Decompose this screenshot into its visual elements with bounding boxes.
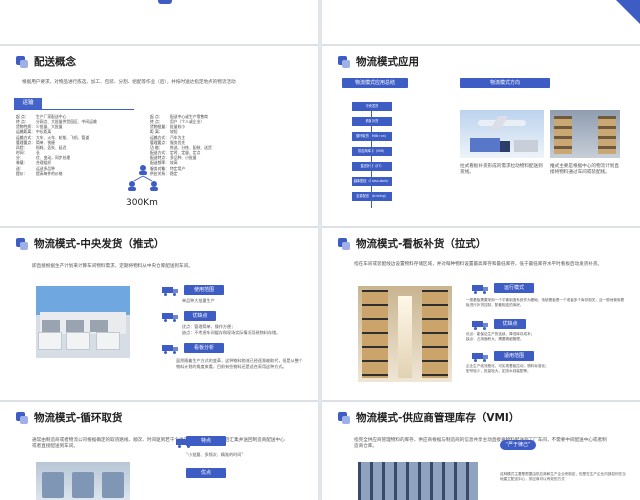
truck-icon (162, 344, 180, 354)
scope-tag: 适用范围 (494, 351, 534, 361)
slide-central-delivery[interactable]: 物流模式-中央发货（推式） 即直接根据生产计划来计算车间物料需求，定期将物料从中… (0, 228, 318, 400)
page-title: 物流模式-中央发货（推式） (34, 238, 165, 250)
pull-caption: 拉式看板补货形成的需求拉动物料配送到货线。 (460, 164, 543, 176)
scope-text: 单品种大批量生产 (182, 298, 215, 303)
slide-kanban[interactable]: 物流模式-看板补货（拉式） 指在车间或装配线边设置物料存储区域，并对每种物料设置… (322, 228, 640, 400)
slide-vmi[interactable]: 物流模式-供应商管理库存（VMI） 指完全供应商管理物料的库存，供应商根据与制造… (322, 402, 640, 500)
feature-text: “小批量、多频次、精准的时间” (186, 452, 244, 457)
flow-step: 看板补货 (352, 117, 392, 126)
truck-icon (162, 312, 180, 322)
slide-milk-run[interactable]: 物流模式-循环取货 通常由制造商或者物流公司根据确定的取货路线、顺次、时间驱到若… (0, 402, 318, 500)
truck-icon (472, 284, 490, 294)
row-value: 提高每件的价格 (36, 170, 63, 176)
intro-text: 根据用户要求，对物品进行拣选、加工、包装、分割、组配等作业（后），并按时送达指定… (22, 80, 236, 85)
page-title: 物流模式-循环取货 (34, 412, 123, 424)
row-value: 损耗、丢失、延迟 (36, 144, 67, 150)
pros-cons-tag: 优缺点 (184, 311, 216, 321)
factory-robot-photo (36, 462, 130, 500)
truck-icon (162, 286, 180, 296)
title-icon (338, 55, 350, 68)
operation-mode-text: 一般看板需要采用一个平衡制造系统作为基础，传统看板是一个或者多个库存相关，且一般… (466, 298, 625, 307)
pros-cons-text: 优点：能保证生产的连续，降低库存成本； 缺点：占用面积大，需要精细管理。 (466, 332, 535, 341)
table-row: 提价： 提高每件的价格 (16, 171, 120, 176)
analysis-text: 虽然随着生产方式的变革，这种物料物流已经逐渐被取代，但是从整个物料计划的角度来看… (176, 358, 303, 369)
flow-step: 直送补货（JIT） (352, 162, 392, 171)
intro-text: 通常由制造商或者物流公司根据确定的取货路线、顺次、时间驱到若干个供应商处依次取货… (32, 438, 285, 450)
motto-bubble: “严于律己” (500, 440, 536, 450)
distance-value: 300Km (126, 198, 158, 208)
title-icon (16, 55, 28, 68)
intro-text: 即直接根据生产计划来计算车间物料需求，定期将物料从中央仓库配送到车间。 (32, 264, 193, 269)
title-icon (16, 237, 28, 250)
flow-step: 中央发货 (352, 102, 392, 111)
flow-step: 越库配送（Cross-dock） (352, 177, 392, 186)
advantage-tag: 优点 (186, 468, 226, 478)
page-title: 物流模式应用 (356, 56, 419, 68)
direction-tab[interactable]: 物流模式方向 (460, 78, 550, 88)
label-underline (14, 109, 134, 110)
warehouse-photo (550, 110, 620, 158)
scope-text: 企业生产线流程化，可实现看板拉动，物料标准化； 型号较少，批量较大，如流水线装配… (466, 364, 549, 373)
people-network-icon (128, 165, 158, 191)
title-icon (16, 411, 28, 424)
vmi-text: 这种模式主要是根据由供应商和生产企业来制定，但是在生产企业内部如何在当地建立配送… (500, 472, 626, 481)
warehouse-shelves-photo (358, 286, 452, 382)
pros-cons-tag: 优缺点 (494, 319, 526, 329)
storage-racks-photo (358, 462, 478, 500)
row-value: 稳定 (170, 170, 178, 176)
section-label: 运输 (14, 98, 42, 109)
delivery-table: 起 点： 配送中心或生产零售商终 点： 用户（个人或企业） 货物批量：批量较小距 离：… (150, 114, 260, 176)
feature-tag: 特点 (186, 436, 226, 446)
scope-tag: 使用范围 (184, 285, 224, 295)
loading-dock-photo (36, 286, 130, 358)
push-caption: 推式主要是根据中心的物流计划直接将物料通过车间或装配线。 (550, 164, 619, 176)
transport-photo (460, 110, 544, 158)
truck-icon (472, 320, 490, 330)
slide-application[interactable]: 物流模式应用 物流模式应用总结 物流模式方向 中央发货看板补货循环取货（Milk… (322, 46, 640, 226)
page-title: 配送概念 (34, 56, 76, 68)
slide-1-top-marker (158, 0, 172, 4)
title-icon (338, 411, 350, 424)
transport-table: 起 点： 生产厂家配送中心终 点： 分网点、大批量供货园区、中间运输 货物性质：少批量… (16, 114, 120, 176)
slide-2-header-strip[interactable] (322, 0, 640, 44)
table-row: 供应关系：稳定 (150, 171, 260, 176)
title-icon (338, 237, 350, 250)
slide-1[interactable] (0, 0, 318, 44)
summary-tab[interactable]: 物流模式应用总结 (342, 78, 408, 88)
flow-step: 循环取货（Milk run） (352, 132, 392, 141)
page-title: 物流模式-供应商管理库存（VMI） (356, 412, 520, 424)
intro-text: 指在车间或装配线边设置物料存储区域，并对每种物料设置最高库存和最低库存，低于最低… (354, 262, 603, 267)
pros-cons-text: 优点：管理简单，操作方便； 缺点：不考虑车间缓存和现场实际情况导致物料存储。 (182, 324, 281, 335)
intro-text: 指完全供应商管理物料的库存，供应商根据与制造商的信息共享主动直接将物料配送到工厂… (354, 438, 607, 450)
truck-icon (472, 352, 490, 362)
slide-concept[interactable]: 配送概念 根据用户要求，对物品进行拣选、加工、包装、分割、组配等作业（后），并按… (0, 46, 318, 226)
flow-step: 供应商库存（VMI） (352, 147, 392, 156)
flow-line (371, 108, 372, 208)
analysis-tag: 看板分析 (184, 343, 224, 353)
flow-step: 定量配送（Arriving） (352, 192, 392, 201)
operation-mode-tag: 运行模式 (494, 283, 534, 293)
page-title: 物流模式-看板补货（拉式） (356, 238, 487, 250)
row-key: 提价： (16, 170, 28, 176)
